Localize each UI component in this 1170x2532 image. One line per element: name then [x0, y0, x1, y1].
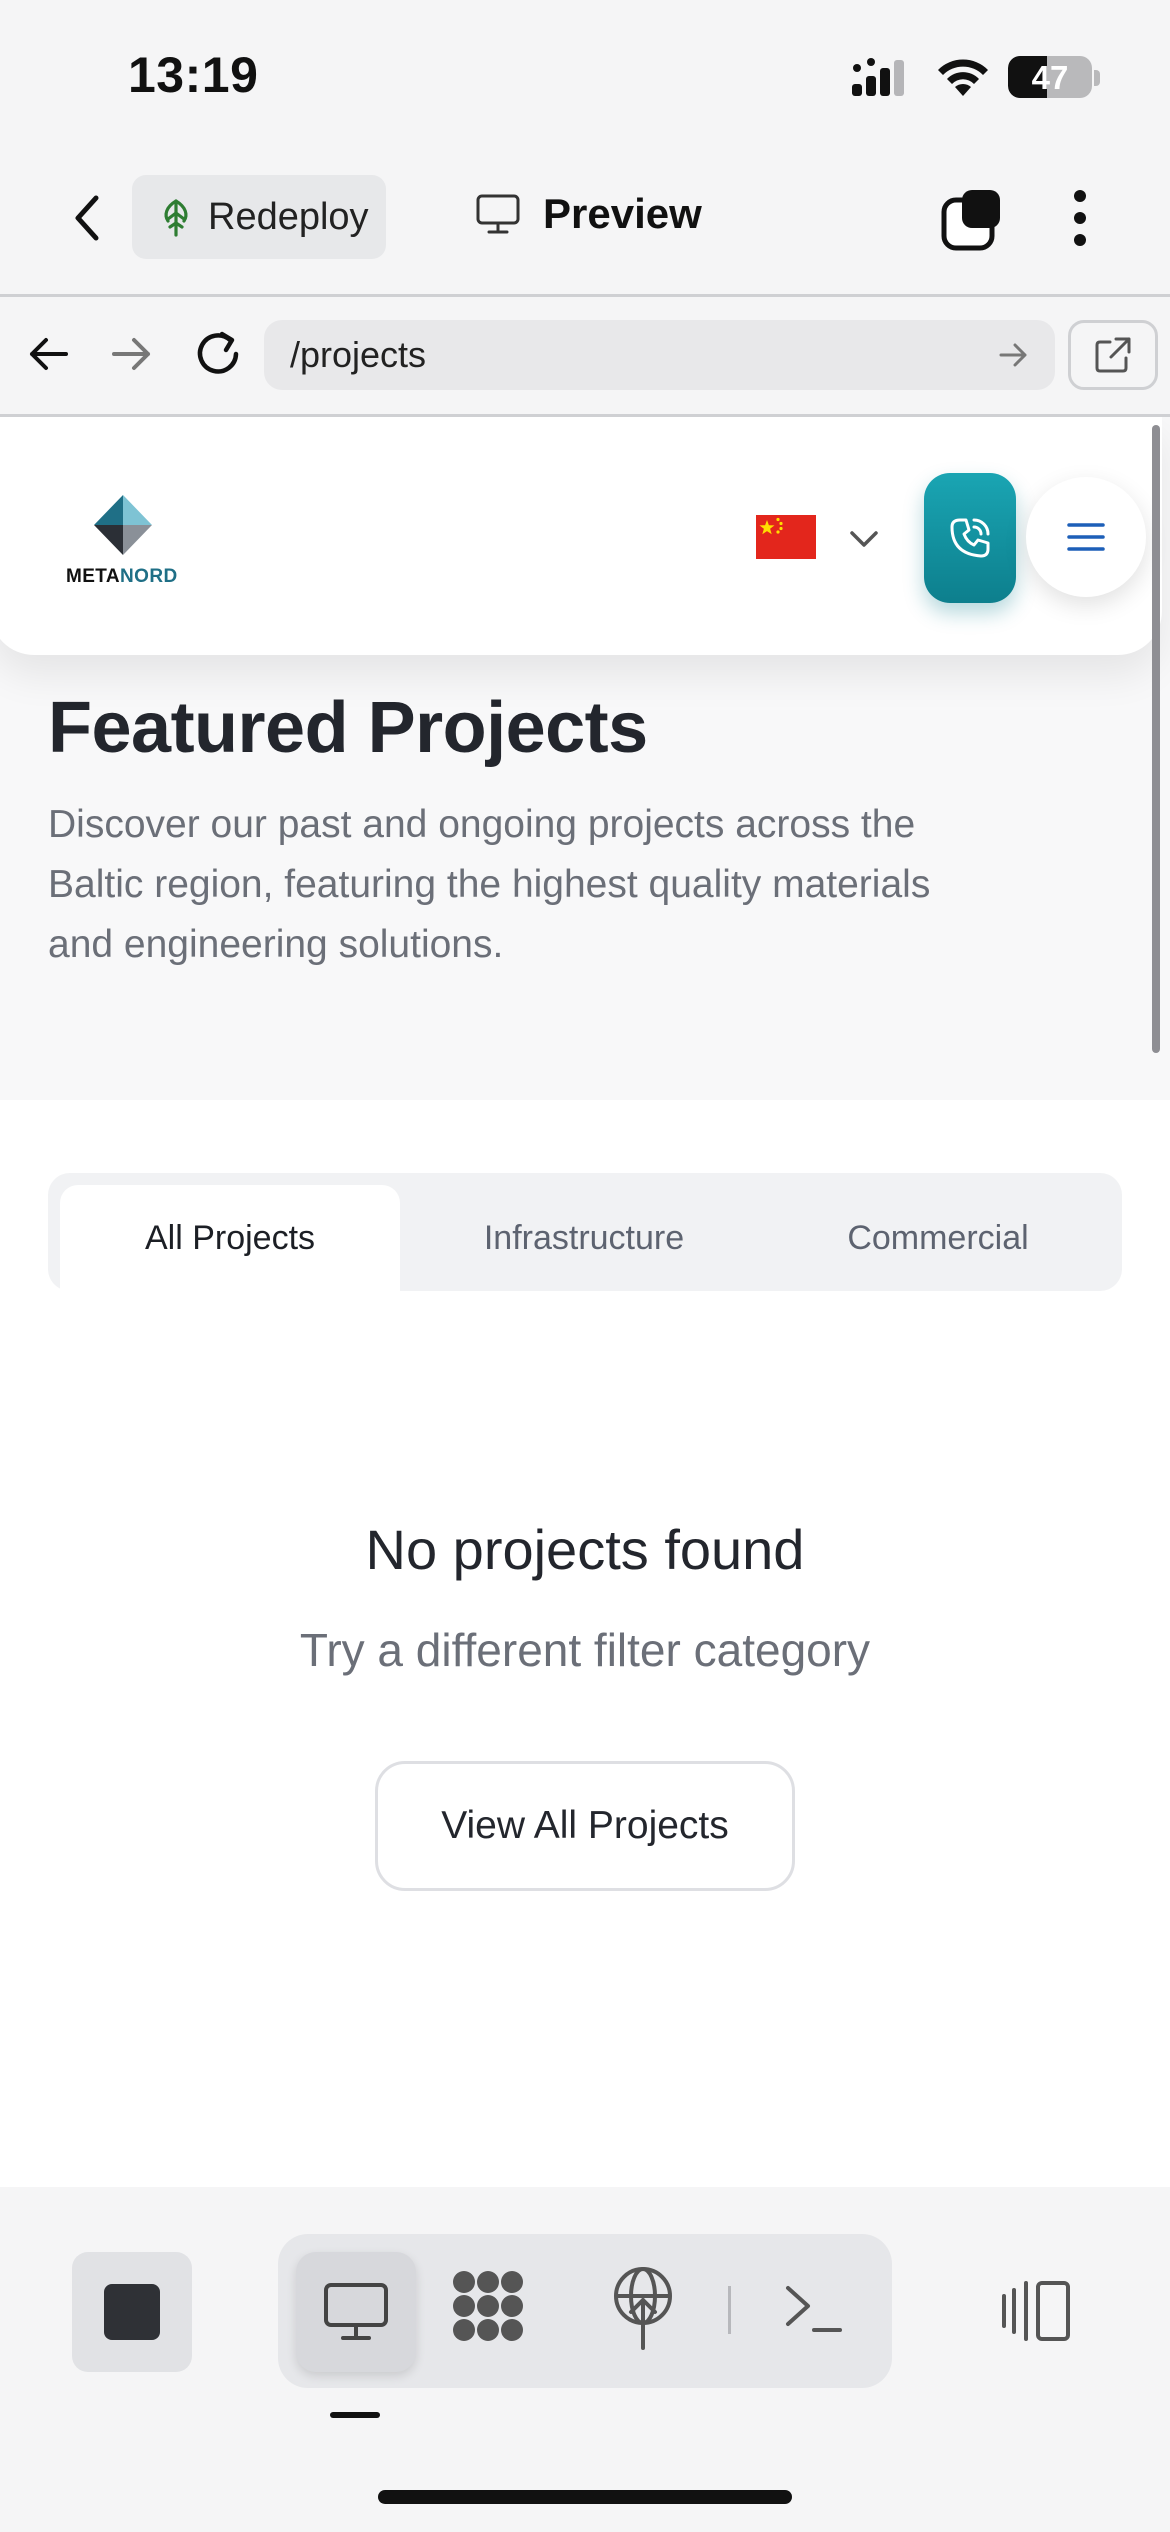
- logo-wordmark: METANORD: [66, 566, 180, 588]
- site-logo[interactable]: METANORD: [66, 493, 180, 588]
- monitor-icon: [476, 194, 520, 234]
- globe-upload-icon: [614, 2267, 672, 2350]
- tab-all-projects[interactable]: All Projects: [60, 1185, 400, 1291]
- browser-back-button[interactable]: [24, 330, 72, 383]
- more-vertical-icon: [1074, 190, 1086, 246]
- tabs-icon: [941, 190, 1000, 251]
- deploy-button[interactable]: [610, 2264, 676, 2355]
- toolbar-divider: [0, 294, 1170, 297]
- battery-tip: [1094, 70, 1100, 86]
- terminal-icon: [786, 2286, 842, 2332]
- page-description: Discover our past and ongoing projects a…: [48, 803, 931, 966]
- empty-state-title: No projects found: [365, 1518, 805, 1581]
- browser-forward-button[interactable]: [108, 330, 156, 383]
- stop-button[interactable]: [72, 2252, 192, 2372]
- metanord-logo-icon: [94, 495, 152, 555]
- open-external-button[interactable]: [1068, 320, 1158, 390]
- menu-button[interactable]: [1026, 477, 1146, 597]
- cellular-signal-icon: [852, 58, 916, 103]
- arrow-left-icon: [30, 338, 68, 370]
- components-button[interactable]: [450, 2268, 526, 2349]
- more-options-button[interactable]: [1060, 188, 1100, 248]
- empty-state-subtitle: Try a different filter category: [299, 1624, 871, 1676]
- split-view-icon: [1002, 2281, 1070, 2341]
- url-text: /projects: [290, 334, 427, 375]
- preview-tab[interactable]: Preview: [475, 190, 702, 238]
- phone-icon: [950, 518, 990, 558]
- logo-wordmark-nord: NORD: [120, 566, 178, 587]
- preview-label: Preview: [543, 190, 702, 237]
- terminal-button[interactable]: [782, 2280, 844, 2341]
- logo-wordmark-meta: META: [66, 566, 121, 587]
- arrow-right-icon: [112, 338, 150, 370]
- flag-china-icon[interactable]: [756, 515, 816, 559]
- blocks-grid-icon: [453, 2271, 523, 2341]
- tree-icon: [164, 199, 188, 237]
- wifi-icon: [935, 56, 991, 103]
- battery-icon: 47: [1008, 56, 1092, 98]
- tab-commercial[interactable]: Commercial: [768, 1185, 1108, 1291]
- redeploy-label: Redeploy: [208, 195, 369, 238]
- tab-infrastructure[interactable]: Infrastructure: [414, 1185, 754, 1291]
- redeploy-button[interactable]: Redeploy: [132, 175, 386, 259]
- back-button[interactable]: [58, 188, 118, 248]
- go-arrow-icon[interactable]: [997, 338, 1031, 372]
- active-mode-indicator: [330, 2412, 380, 2418]
- monitor-icon: [324, 2283, 388, 2340]
- hamburger-menu-icon: [1067, 523, 1105, 551]
- desktop-preview-button[interactable]: [296, 2252, 416, 2372]
- split-view-button[interactable]: [1000, 2280, 1072, 2347]
- tabs-button[interactable]: [940, 186, 1006, 252]
- external-link-icon: [1095, 337, 1131, 373]
- web-content: Featured Projects Discover our past and …: [0, 417, 1170, 2187]
- page-scrollbar[interactable]: [1152, 425, 1160, 1053]
- reload-button[interactable]: [192, 328, 244, 385]
- call-button[interactable]: [924, 473, 1016, 603]
- filter-tabs: All Projects Infrastructure Commercial: [48, 1173, 1122, 1291]
- status-time: 13:19: [128, 47, 259, 103]
- language-dropdown-chevron-icon[interactable]: [846, 521, 882, 562]
- page-title: Featured Projects: [48, 688, 648, 768]
- url-bar[interactable]: /projects: [264, 320, 1055, 390]
- stop-icon: [104, 2284, 160, 2340]
- battery-level: 47: [1031, 59, 1069, 96]
- view-all-projects-button[interactable]: View All Projects: [375, 1761, 795, 1891]
- home-indicator[interactable]: [378, 2490, 792, 2504]
- chevron-left-icon: [75, 195, 99, 241]
- view-mode-separator: [728, 2286, 731, 2334]
- reload-icon: [197, 331, 239, 374]
